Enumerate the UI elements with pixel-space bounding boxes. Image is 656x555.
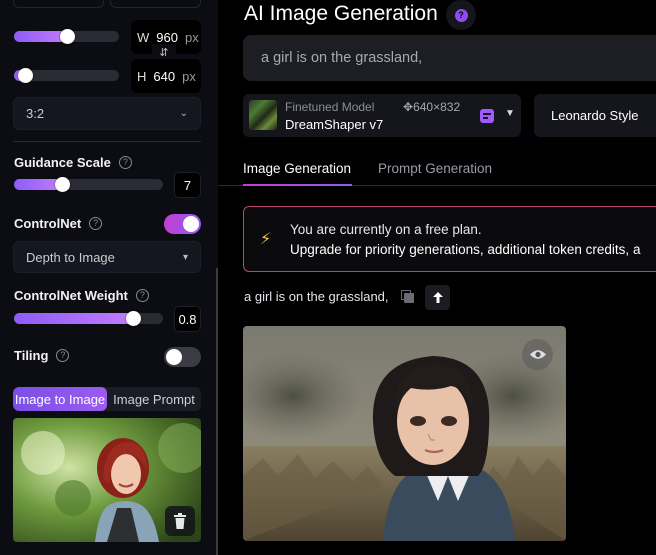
- preset-box-right[interactable]: [110, 0, 201, 8]
- free-plan-banner[interactable]: ⚡ You are currently on a free plan. Upgr…: [243, 206, 656, 272]
- tab-image-prompt[interactable]: Image Prompt: [107, 387, 201, 411]
- tab-image-generation[interactable]: Image Generation: [243, 161, 351, 176]
- image-input-tabs: Image to Image Image Prompt: [13, 387, 201, 411]
- style-select[interactable]: Leonardo Style: [534, 94, 656, 137]
- guidance-scale-input[interactable]: 7: [174, 172, 201, 198]
- model-kind: Finetuned Model: [285, 100, 375, 114]
- tab-image-to-image[interactable]: Image to Image: [13, 387, 107, 411]
- arrow-up-icon[interactable]: [425, 285, 450, 310]
- controlnet-label: ControlNet ?: [14, 216, 103, 231]
- plan-status-text: You are currently on a free plan.: [290, 222, 482, 237]
- trash-icon[interactable]: [165, 506, 195, 536]
- eye-icon[interactable]: [522, 339, 553, 370]
- help-icon[interactable]: ?: [89, 217, 103, 230]
- width-slider-fill: [14, 31, 67, 42]
- guidance-scale-thumb[interactable]: [54, 177, 70, 192]
- copy-icon[interactable]: [401, 290, 414, 303]
- preset-box-left[interactable]: [13, 0, 104, 8]
- aspect-ratio-select[interactable]: 3:2 ⌄: [13, 97, 201, 130]
- model-selector[interactable]: Finetuned Model DreamShaper v7 ✥640×832 …: [243, 94, 521, 137]
- sidebar-divider: [13, 141, 201, 142]
- caret-down-icon: ▾: [182, 251, 188, 263]
- tiling-label: Tiling ?: [14, 348, 70, 363]
- controlnet-weight-input[interactable]: 0.8: [174, 306, 201, 332]
- caret-down-icon[interactable]: ▼: [505, 108, 515, 119]
- style-value: Leonardo Style: [551, 108, 639, 123]
- help-icon[interactable]: ?: [135, 289, 149, 302]
- controlnet-mode-select[interactable]: Depth to Image ▾: [13, 241, 201, 273]
- active-tab-indicator: [243, 184, 352, 186]
- upgrade-text: Upgrade for priority generations, additi…: [290, 242, 641, 257]
- controlnet-weight-label: ControlNet Weight ?: [14, 288, 149, 303]
- height-input[interactable]: H 640 px: [131, 59, 201, 93]
- width-unit: px: [184, 29, 199, 45]
- settings-sidebar: W 960 px ⇵ H 640 px 3:2 ⌄ Guidance Scale…: [0, 0, 218, 555]
- prompt-input[interactable]: a girl is on the grassland,: [243, 35, 656, 81]
- model-thumbnail: [249, 100, 277, 130]
- style-icon[interactable]: [480, 109, 494, 123]
- height-slider-thumb[interactable]: [17, 68, 33, 83]
- info-icon[interactable]: ?: [446, 0, 476, 30]
- tab-prompt-generation[interactable]: Prompt Generation: [378, 161, 492, 176]
- model-size-text: 640×832: [413, 100, 461, 114]
- width-slider[interactable]: [14, 29, 119, 44]
- controlnet-mode-value: Depth to Image: [26, 249, 115, 265]
- height-unit: px: [182, 68, 196, 84]
- height-slider[interactable]: [14, 68, 119, 83]
- controlnet-text: ControlNet: [14, 216, 82, 231]
- tiling-toggle[interactable]: [164, 347, 201, 367]
- guidance-scale-label: Guidance Scale ?: [14, 155, 132, 170]
- tiling-text: Tiling: [14, 348, 49, 363]
- model-size: ✥640×832: [403, 100, 460, 114]
- help-icon[interactable]: ?: [118, 156, 132, 169]
- controlnet-weight-slider[interactable]: [14, 311, 163, 326]
- guidance-scale-text: Guidance Scale: [14, 155, 111, 170]
- guidance-scale-value: 7: [183, 177, 192, 193]
- height-label: H: [137, 68, 147, 84]
- generation-prompt: a girl is on the grassland,: [244, 289, 389, 304]
- sidebar-scrollbar[interactable]: [216, 268, 218, 555]
- generated-image[interactable]: [243, 326, 566, 541]
- aspect-ratio-value: 3:2: [26, 106, 45, 121]
- chevron-down-icon: ⌄: [179, 108, 188, 119]
- width-slider-thumb[interactable]: [59, 29, 75, 44]
- prompt-text: a girl is on the grassland,: [261, 50, 423, 66]
- controlnet-weight-value: 0.8: [178, 311, 197, 327]
- guidance-scale-slider[interactable]: [14, 177, 163, 192]
- model-name: DreamShaper v7: [285, 117, 384, 132]
- lightning-icon: ⚡: [260, 231, 272, 248]
- controlnet-weight-fill: [14, 313, 134, 324]
- width-label: W: [137, 29, 150, 45]
- controlnet-weight-text: ControlNet Weight: [14, 288, 128, 303]
- page-title: AI Image Generation: [244, 2, 438, 25]
- controlnet-toggle[interactable]: [164, 214, 201, 234]
- height-value: 640: [153, 68, 176, 84]
- width-value: 960: [156, 29, 178, 45]
- move-icon: ✥: [403, 100, 414, 114]
- help-icon[interactable]: ?: [56, 349, 70, 362]
